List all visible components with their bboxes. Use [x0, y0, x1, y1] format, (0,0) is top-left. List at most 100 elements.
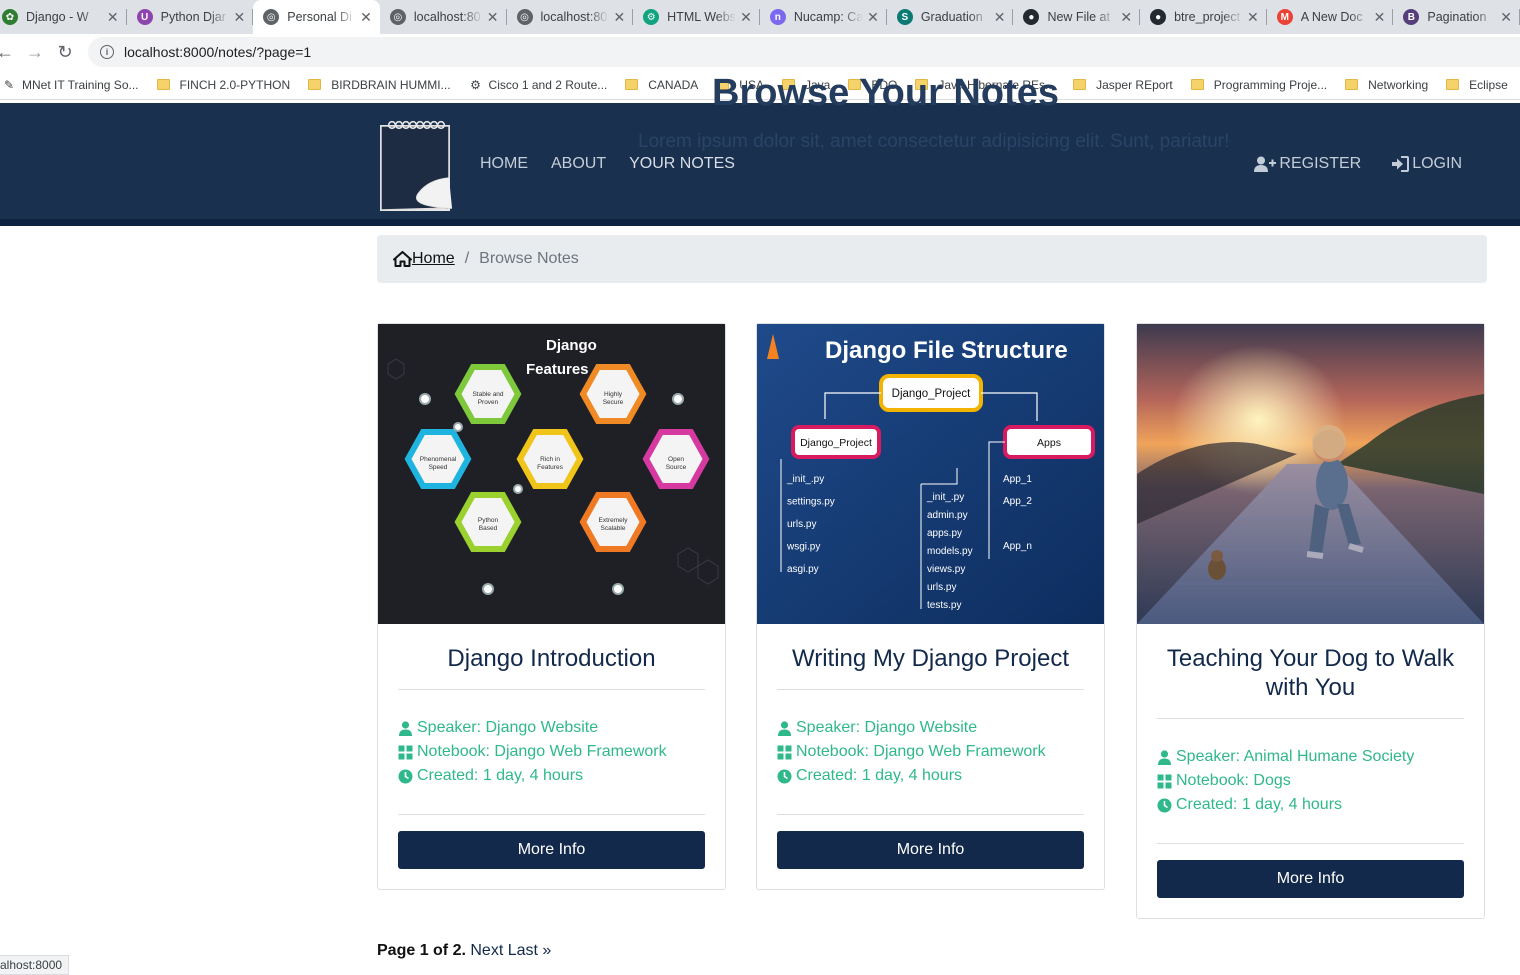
nav-home-link[interactable]: Home: [480, 155, 528, 173]
browser-tab[interactable]: ◎ localhost:80 ✕: [380, 0, 507, 34]
card-created-text: Created: 1 day, 4 hours: [417, 767, 584, 784]
browser-tab-label: btre_project: [1174, 10, 1241, 24]
browser-tab[interactable]: M A New Doc ✕: [1267, 0, 1394, 34]
svg-text:Phenomenal: Phenomenal: [420, 456, 457, 463]
card-speaker: Speaker: Animal Humane Society: [1157, 745, 1464, 769]
browser-tab-label: localhost:80: [413, 10, 481, 24]
tab-close-icon[interactable]: ✕: [487, 9, 499, 26]
breadcrumb-current: Browse Notes: [479, 250, 579, 267]
address-bar[interactable]: i localhost:8000/notes/?page=1: [88, 37, 1520, 67]
browser-toolbar: ← → ↻ i localhost:8000/notes/?page=1: [0, 34, 1520, 70]
grid-icon: [398, 745, 413, 759]
svg-text:Based: Based: [479, 525, 498, 532]
more-info-button[interactable]: More Info: [1157, 860, 1464, 898]
card-title[interactable]: Writing My Django Project: [777, 644, 1084, 690]
image-heading-1: Django: [546, 337, 597, 354]
tab-close-icon[interactable]: ✕: [234, 9, 246, 26]
nav-about-link[interactable]: About: [551, 155, 606, 173]
browser-tab[interactable]: n Nucamp: Ca ✕: [760, 0, 887, 34]
browser-tab[interactable]: ● btre_project ✕: [1140, 0, 1267, 34]
bookmark-item[interactable]: Eclipse: [1446, 78, 1508, 92]
svg-text:Python: Python: [478, 517, 499, 524]
more-info-button[interactable]: More Info: [398, 831, 705, 869]
bookmark-item[interactable]: Programming Proje...: [1190, 78, 1327, 92]
browser-tab-label: Nucamp: Ca: [793, 10, 864, 24]
card-speaker-text: Speaker: Django Website: [417, 719, 599, 736]
browser-tab[interactable]: B Pagination ✕: [1393, 0, 1520, 34]
home-icon: [393, 251, 412, 267]
image-file-label: App_1: [1003, 474, 1032, 485]
bookmark-item[interactable]: Jasper REport: [1073, 78, 1173, 92]
browser-tab-strip: ✿ Django - W ✕ U Python Djar ✕ ◎ Personal Di ✕ ◎ l…: [0, 0, 1520, 34]
grid-icon: [1157, 774, 1172, 788]
tab-close-icon[interactable]: ✕: [740, 9, 752, 26]
card-image-django-features: Django Features PhenomenalSpeed Stable a…: [378, 324, 725, 624]
tab-close-icon[interactable]: ✕: [613, 9, 625, 26]
sign-in-icon: [1391, 156, 1410, 172]
note-card: Django Features Phenomenal Speed Stable a…: [377, 323, 726, 890]
site-info-icon[interactable]: i: [100, 45, 114, 59]
browser-tab[interactable]: ✿ Django - W ✕: [0, 0, 127, 34]
browser-tab[interactable]: ⚙ HTML Webs ✕: [633, 0, 760, 34]
tab-close-icon[interactable]: ✕: [107, 9, 119, 26]
bookmark-label: CANADA: [648, 77, 699, 92]
pagination-next-link[interactable]: Next: [470, 942, 503, 959]
reload-icon[interactable]: ↻: [50, 37, 80, 67]
tab-close-icon[interactable]: ✕: [867, 9, 879, 26]
bookmark-label: FINCH 2.0-PYTHON: [179, 77, 291, 92]
breadcrumb: Home / Browse Notes: [377, 235, 1487, 283]
back-icon[interactable]: ←: [0, 37, 20, 67]
card-image-django-file-structure: Django File Structure Django_Project Dja…: [757, 324, 1104, 624]
tab-favicon-icon: M: [1276, 9, 1293, 25]
login-link[interactable]: Login: [1391, 155, 1462, 173]
tab-close-icon[interactable]: ✕: [360, 9, 372, 26]
tab-close-icon[interactable]: ✕: [1120, 9, 1132, 26]
clock-icon: [777, 769, 792, 783]
browser-tab[interactable]: S Graduation ✕: [887, 0, 1014, 34]
nav-your-notes-link[interactable]: Your Notes: [629, 155, 735, 173]
svg-text:Source: Source: [666, 464, 687, 471]
more-info-button[interactable]: More Info: [777, 831, 1084, 869]
tab-favicon-icon: ◎: [389, 9, 406, 25]
bookmark-label: BIRDBRAIN HUMMI...: [331, 77, 451, 92]
browser-tab[interactable]: U Python Djar ✕: [127, 0, 254, 34]
card-image-girl-walking-dog: [1137, 324, 1484, 624]
bookmark-item[interactable]: ✎ MNet IT Training So...: [2, 78, 139, 92]
image-file-label: views.py: [927, 564, 965, 575]
bookmark-item[interactable]: BIRDBRAIN HUMMI...: [308, 77, 451, 92]
hero-subtitle: Lorem ipsum dolor sit, amet consectetur …: [638, 131, 1230, 152]
breadcrumb-home-link[interactable]: Home: [393, 250, 455, 268]
tab-favicon-icon: ●: [1150, 9, 1167, 25]
register-link[interactable]: Register: [1254, 155, 1361, 173]
image-file-label: asgi.py: [787, 564, 819, 575]
breadcrumb-separator: /: [464, 250, 470, 267]
bookmark-item[interactable]: CANADA: [625, 78, 698, 92]
tab-close-icon[interactable]: ✕: [1500, 9, 1512, 26]
card-title[interactable]: Django Introduction: [398, 644, 705, 690]
bookmark-item[interactable]: ⚙ Cisco 1 and 2 Route...: [469, 78, 607, 92]
bookmark-item[interactable]: Networking: [1345, 78, 1428, 92]
notebook-logo-icon[interactable]: [378, 118, 456, 212]
image-file-label: wsgi.py: [786, 542, 820, 553]
browser-tab[interactable]: ● New File at ✕: [1013, 0, 1140, 34]
bookmark-item[interactable]: FINCH 2.0-PYTHON: [156, 77, 291, 92]
note-card: Django File Structure Django_Project Dja…: [756, 323, 1105, 890]
forward-icon[interactable]: →: [20, 37, 50, 67]
tab-close-icon[interactable]: ✕: [1374, 9, 1386, 26]
bookmark-label: MNet IT Training So...: [22, 77, 139, 92]
pagination-last-link[interactable]: Last »: [508, 942, 552, 959]
svg-text:Scalable: Scalable: [601, 525, 626, 532]
svg-text:Speed: Speed: [429, 464, 448, 471]
card-notebook-text: Notebook: Django Web Framework: [796, 743, 1046, 760]
browser-tab[interactable]: ◎ Personal Di ✕: [253, 0, 380, 34]
svg-text:Open: Open: [668, 456, 684, 463]
tab-close-icon[interactable]: ✕: [994, 9, 1006, 26]
card-notebook-text: Notebook: Dogs: [1176, 772, 1291, 789]
card-title[interactable]: Teaching Your Dog to Walk with You: [1157, 644, 1464, 719]
image-file-label: models.py: [927, 546, 973, 557]
tab-close-icon[interactable]: ✕: [1247, 9, 1259, 26]
svg-text:Secure: Secure: [603, 399, 624, 406]
user-plus-icon: [1254, 156, 1277, 172]
browser-tab[interactable]: ◎ localhost:80 ✕: [507, 0, 634, 34]
clock-icon: [398, 769, 413, 783]
